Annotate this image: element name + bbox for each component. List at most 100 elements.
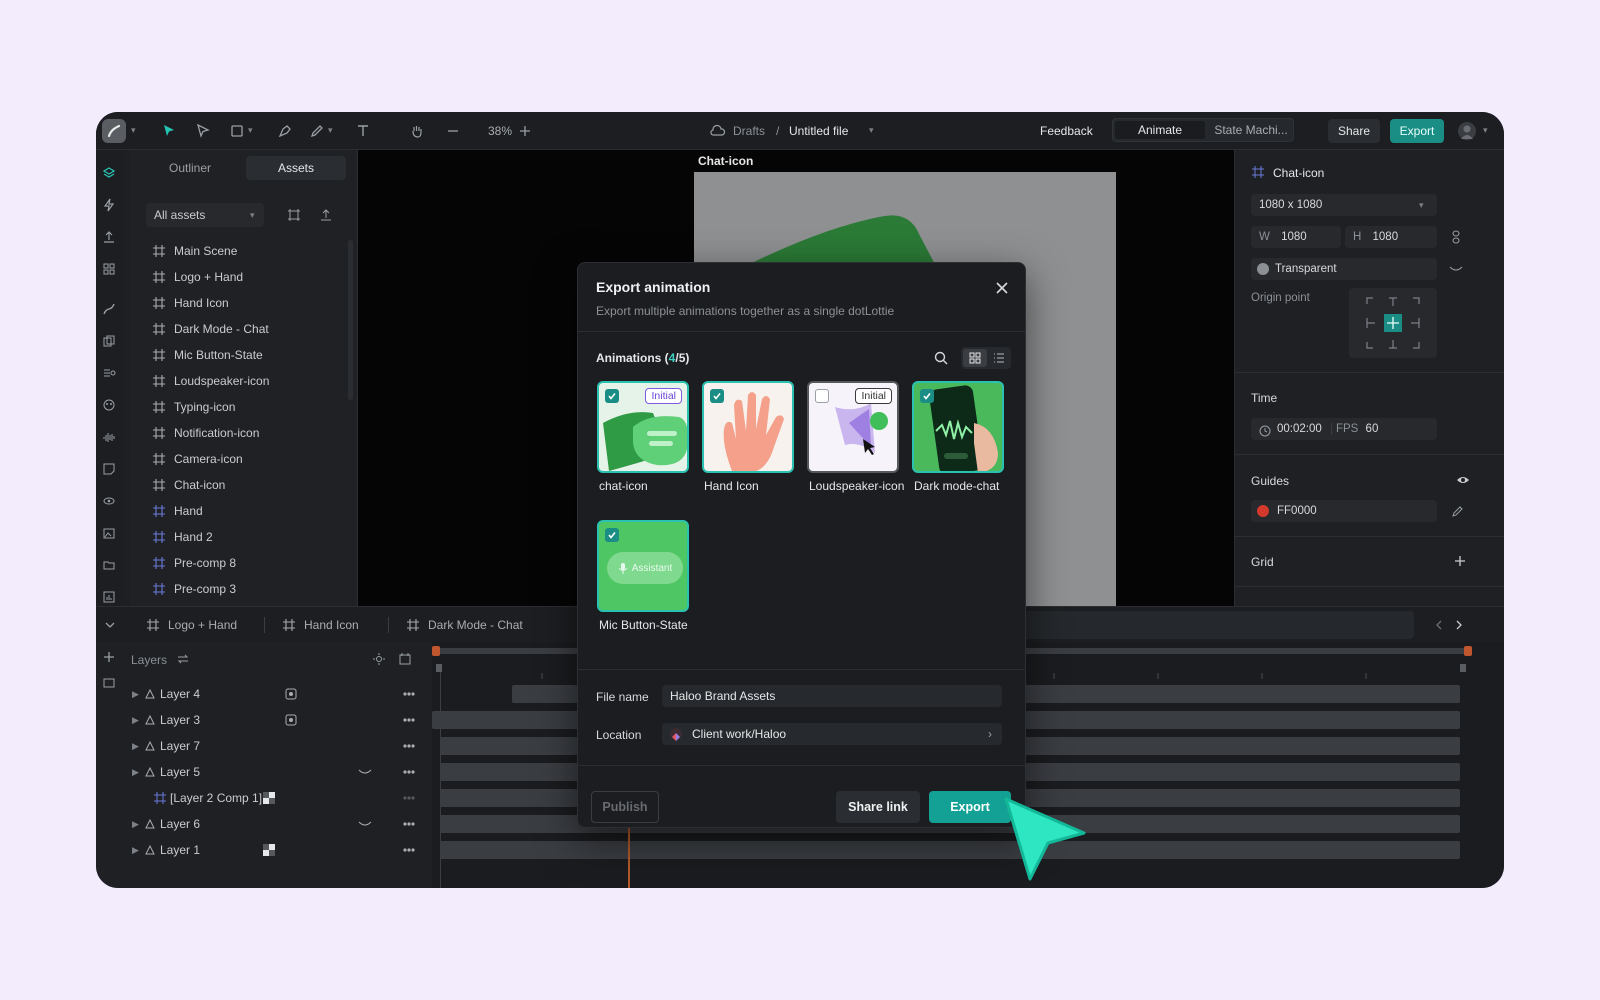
- background-field[interactable]: Transparent: [1251, 258, 1437, 280]
- checkbox-dark-mode-chat[interactable]: [920, 389, 934, 403]
- copy-icon[interactable]: [100, 332, 118, 350]
- chevron-down-icon[interactable]: [102, 617, 118, 633]
- breadcrumb-drafts[interactable]: Drafts: [733, 124, 765, 138]
- visibility-toggle-icon[interactable]: [402, 817, 416, 831]
- range-start-handle[interactable]: [432, 646, 440, 656]
- duration-field[interactable]: 00:02:00 FPS 60: [1251, 418, 1437, 440]
- matte-icon[interactable]: [284, 687, 298, 701]
- checkbox-loudspeaker-icon[interactable]: [815, 389, 829, 403]
- layer-row[interactable]: ▶ Layer 6: [132, 812, 422, 836]
- asset-item[interactable]: Loudspeaker-icon: [144, 368, 344, 394]
- location-picker[interactable]: Client work/Haloo ›: [662, 723, 1002, 745]
- time-marker-start[interactable]: [436, 664, 442, 672]
- animation-card-dark-mode-chat[interactable]: [912, 381, 1004, 473]
- checker-icon[interactable]: [262, 791, 276, 805]
- asset-item[interactable]: Main Scene: [144, 238, 344, 264]
- size-preset-dropdown[interactable]: 1080 x 1080 ▾: [1251, 194, 1437, 216]
- layer-row[interactable]: ▶ Layer 4: [132, 682, 422, 706]
- text-tool-icon[interactable]: [354, 122, 372, 140]
- eye-icon[interactable]: [1455, 473, 1471, 487]
- pencil-tool-icon[interactable]: [308, 122, 326, 140]
- checkbox-mic-button-state[interactable]: [605, 528, 619, 542]
- layer-row[interactable]: ▶ Layer 7: [132, 734, 422, 758]
- comment-icon[interactable]: [102, 676, 116, 690]
- chevron-left-icon[interactable]: [1432, 617, 1446, 633]
- asset-item[interactable]: Hand Icon: [144, 290, 344, 316]
- tab-animate[interactable]: Animate: [1115, 121, 1205, 139]
- node-tool-icon[interactable]: [194, 122, 212, 140]
- layer-row[interactable]: [Layer 2 Comp 1]: [132, 786, 422, 810]
- select-tool-icon[interactable]: [160, 122, 178, 140]
- animation-card-hand-icon[interactable]: [702, 381, 794, 473]
- avatar[interactable]: [1458, 122, 1476, 140]
- audio-wave-icon[interactable]: [100, 428, 118, 446]
- tab-outliner[interactable]: Outliner: [138, 156, 242, 180]
- search-icon[interactable]: [932, 349, 950, 367]
- expand-arrow-icon[interactable]: ▶: [132, 689, 144, 700]
- visibility-toggle-icon[interactable]: [402, 713, 416, 727]
- width-field[interactable]: W 1080: [1251, 226, 1341, 248]
- tab-state-machine[interactable]: State Machi...: [1209, 121, 1293, 139]
- close-icon[interactable]: [993, 279, 1011, 297]
- components-icon[interactable]: [100, 260, 118, 278]
- calendar-icon[interactable]: [398, 652, 412, 666]
- analytics-icon[interactable]: [100, 588, 118, 606]
- image-ai-icon[interactable]: [100, 524, 118, 542]
- swap-icon[interactable]: [176, 652, 190, 666]
- list-icon[interactable]: [100, 364, 118, 382]
- zoom-level[interactable]: 38%: [488, 124, 512, 138]
- checkbox-chat-icon[interactable]: [605, 389, 619, 403]
- export-button[interactable]: Export: [929, 791, 1011, 823]
- time-marker-end[interactable]: [1460, 664, 1466, 672]
- grid-view-icon[interactable]: [963, 349, 987, 367]
- asset-item[interactable]: Pre-comp 3: [144, 576, 344, 602]
- visibility-toggle-icon[interactable]: [402, 791, 416, 805]
- folder-icon[interactable]: [100, 556, 118, 574]
- plus-icon[interactable]: [1453, 554, 1467, 568]
- share-link-button[interactable]: Share link: [836, 791, 920, 823]
- visibility-toggle-icon[interactable]: [402, 843, 416, 857]
- assets-filter-dropdown[interactable]: All assets ▾: [146, 203, 264, 227]
- layer-row[interactable]: ▶ Layer 3: [132, 708, 422, 732]
- tab-assets[interactable]: Assets: [246, 156, 346, 180]
- publish-button[interactable]: Publish: [591, 791, 659, 823]
- app-menu-button[interactable]: [102, 119, 126, 143]
- animation-card-loudspeaker-icon[interactable]: Initial: [807, 381, 899, 473]
- expand-arrow-icon[interactable]: ▶: [132, 715, 144, 726]
- list-view-icon[interactable]: [989, 349, 1009, 367]
- height-field[interactable]: H 1080: [1345, 226, 1437, 248]
- scene-tab[interactable]: Dark Mode - Chat: [406, 607, 523, 643]
- expand-arrow-icon[interactable]: ▶: [132, 741, 144, 752]
- pencil-icon[interactable]: [1451, 504, 1465, 518]
- eye-closed-icon[interactable]: [358, 765, 372, 779]
- lightning-icon[interactable]: [100, 196, 118, 214]
- layer-row[interactable]: ▶ Layer 1: [132, 838, 422, 862]
- layers-icon[interactable]: [100, 164, 118, 182]
- asset-item[interactable]: Hand 2: [144, 524, 344, 550]
- pen-tool-icon[interactable]: [276, 122, 294, 140]
- asset-item[interactable]: Notification-icon: [144, 420, 344, 446]
- expand-arrow-icon[interactable]: ▶: [132, 767, 144, 778]
- asset-item[interactable]: Mic Button-State: [144, 342, 344, 368]
- eye-closed-icon[interactable]: [358, 817, 372, 831]
- scene-tab[interactable]: Hand Icon: [282, 607, 359, 643]
- eye-closed-icon[interactable]: [1449, 262, 1463, 276]
- chevron-down-icon[interactable]: ▾: [248, 125, 253, 136]
- asset-item[interactable]: Chat-icon: [144, 472, 344, 498]
- asset-item[interactable]: Hand: [144, 498, 344, 524]
- asset-item[interactable]: Dark Mode - Chat: [144, 316, 344, 342]
- export-top-button[interactable]: Export: [1390, 119, 1444, 143]
- scene-tab[interactable]: Logo + Hand: [146, 607, 237, 643]
- expand-arrow-icon[interactable]: ▶: [132, 819, 144, 830]
- checker-icon[interactable]: [262, 843, 276, 857]
- chevron-down-icon[interactable]: ▾: [1483, 125, 1488, 136]
- scrollbar[interactable]: [348, 240, 353, 400]
- hand-tool-icon[interactable]: [408, 122, 426, 140]
- upload-icon[interactable]: [318, 207, 334, 223]
- asset-item[interactable]: Pre-comp 8: [144, 550, 344, 576]
- artboard-icon[interactable]: [286, 207, 302, 223]
- chevron-down-icon[interactable]: ▾: [131, 125, 136, 136]
- matte-icon[interactable]: [284, 713, 298, 727]
- file-name-title[interactable]: Untitled file: [789, 124, 848, 138]
- shape-tool-icon[interactable]: [228, 122, 246, 140]
